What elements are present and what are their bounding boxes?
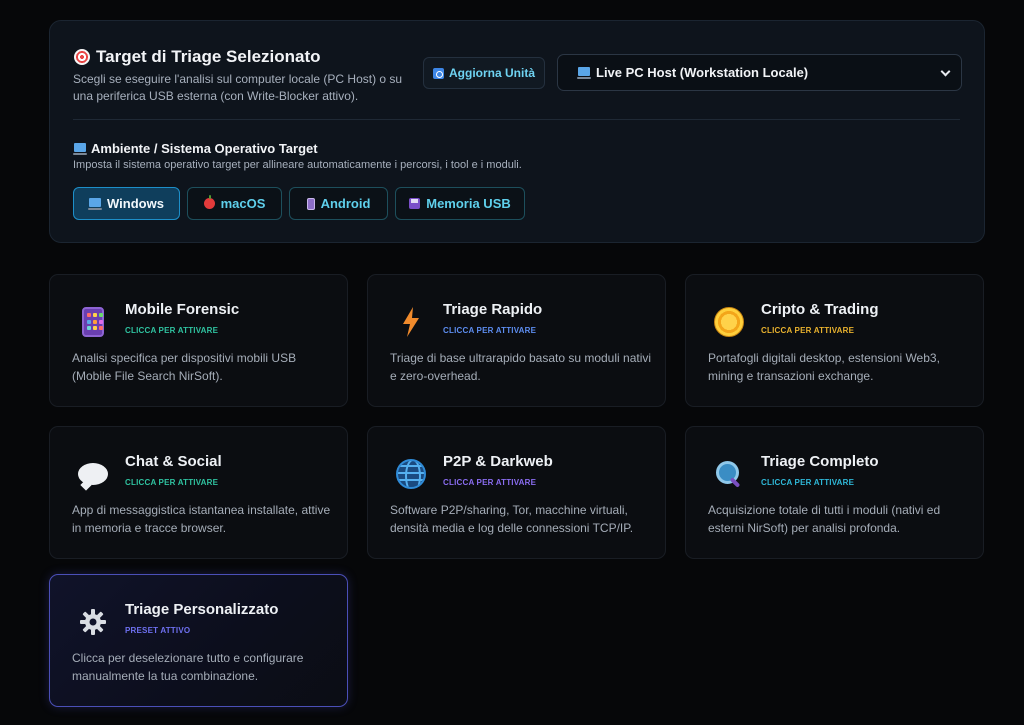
environment-title: Ambiente / Sistema Operativo Target — [73, 141, 318, 156]
divider — [73, 119, 960, 120]
coin-icon — [712, 305, 746, 339]
preset-title: Triage Completo — [761, 453, 879, 470]
preset-card-triage-personalizzato[interactable]: Triage Personalizzato PRESET ATTIVO Clic… — [49, 574, 348, 707]
preset-status: CLICCA PER ATTIVARE — [125, 478, 219, 487]
os-button-label: Android — [320, 196, 371, 211]
preset-card-triage-rapido[interactable]: Triage Rapido CLICCA PER ATTIVARE Triage… — [367, 274, 666, 407]
preset-title: P2P & Darkweb — [443, 453, 553, 470]
preset-status: CLICCA PER ATTIVARE — [761, 326, 855, 335]
target-title-text: Target di Triage Selezionato — [96, 47, 321, 66]
preset-title: Cripto & Trading — [761, 301, 879, 318]
preset-description: Clicca per deselezionare tutto e configu… — [72, 651, 304, 683]
refresh-drives-button[interactable]: Aggiorna Unità — [423, 57, 545, 89]
preset-status: CLICCA PER ATTIVARE — [443, 478, 537, 487]
target-icon — [74, 49, 90, 65]
preset-card-p2p-darkweb[interactable]: P2P & Darkweb CLICCA PER ATTIVARE Softwa… — [367, 426, 666, 559]
preset-card-mobile-forensic[interactable]: Mobile Forensic CLICCA PER ATTIVARE Anal… — [49, 274, 348, 407]
preset-title: Triage Personalizzato — [125, 601, 279, 618]
preset-title: Chat & Social — [125, 453, 222, 470]
pc-icon — [73, 143, 87, 155]
os-button-macos[interactable]: macOS — [187, 187, 282, 220]
preset-title: Triage Rapido — [443, 301, 543, 318]
apple-icon — [203, 195, 215, 209]
target-select[interactable]: Live PC Host (Workstation Locale) — [557, 54, 962, 91]
os-button-windows[interactable]: Windows — [73, 187, 180, 220]
target-description: Scegli se eseguire l'analisi sul compute… — [73, 72, 403, 103]
floppy-disk-icon — [409, 198, 421, 209]
preset-card-triage-completo[interactable]: Triage Completo CLICCA PER ATTIVARE Acqu… — [685, 426, 984, 559]
mobile-phone-icon — [76, 305, 110, 339]
os-button-label: macOS — [220, 196, 266, 211]
target-panel: Target di Triage Selezionato Scegli se e… — [49, 20, 985, 243]
chat-bubble-icon — [76, 457, 110, 491]
os-button-android[interactable]: Android — [289, 187, 388, 220]
preset-card-chat-social[interactable]: Chat & Social CLICCA PER ATTIVARE App di… — [49, 426, 348, 559]
preset-card-cripto-trading[interactable]: Cripto & Trading CLICCA PER ATTIVARE Por… — [685, 274, 984, 407]
preset-description: App di messaggistica istantanea installa… — [72, 503, 331, 535]
target-title: Target di Triage Selezionato — [74, 47, 321, 67]
globe-icon — [394, 457, 428, 491]
os-button-usb-memory[interactable]: Memoria USB — [395, 187, 525, 220]
magnifier-icon — [712, 457, 746, 491]
target-select-value: Live PC Host (Workstation Locale) — [596, 65, 809, 80]
preset-title: Mobile Forensic — [125, 301, 240, 318]
gear-icon — [76, 605, 110, 639]
preset-description: Software P2P/sharing, Tor, macchine virt… — [390, 503, 634, 535]
preset-status: PRESET ATTIVO — [125, 626, 191, 635]
pc-icon — [577, 67, 591, 79]
preset-status: CLICCA PER ATTIVARE — [443, 326, 537, 335]
pc-icon — [88, 198, 103, 210]
os-button-label: Memoria USB — [426, 196, 511, 211]
preset-status: CLICCA PER ATTIVARE — [761, 478, 855, 487]
phone-icon — [306, 197, 315, 210]
lightning-bolt-icon — [394, 305, 428, 339]
chevron-down-icon — [940, 66, 951, 77]
preset-status: CLICCA PER ATTIVARE — [125, 326, 219, 335]
refresh-icon — [433, 67, 444, 79]
refresh-drives-label: Aggiorna Unità — [449, 66, 535, 80]
preset-description: Triage di base ultrarapido basato su mod… — [390, 351, 652, 383]
preset-description: Analisi specifica per dispositivi mobili… — [72, 351, 297, 383]
environment-title-text: Ambiente / Sistema Operativo Target — [91, 141, 318, 156]
environment-description: Imposta il sistema operativo target per … — [73, 159, 522, 171]
preset-description: Acquisizione totale di tutti i moduli (n… — [708, 503, 941, 535]
os-button-label: Windows — [107, 196, 164, 211]
preset-description: Portafogli digitali desktop, estensioni … — [708, 351, 940, 383]
